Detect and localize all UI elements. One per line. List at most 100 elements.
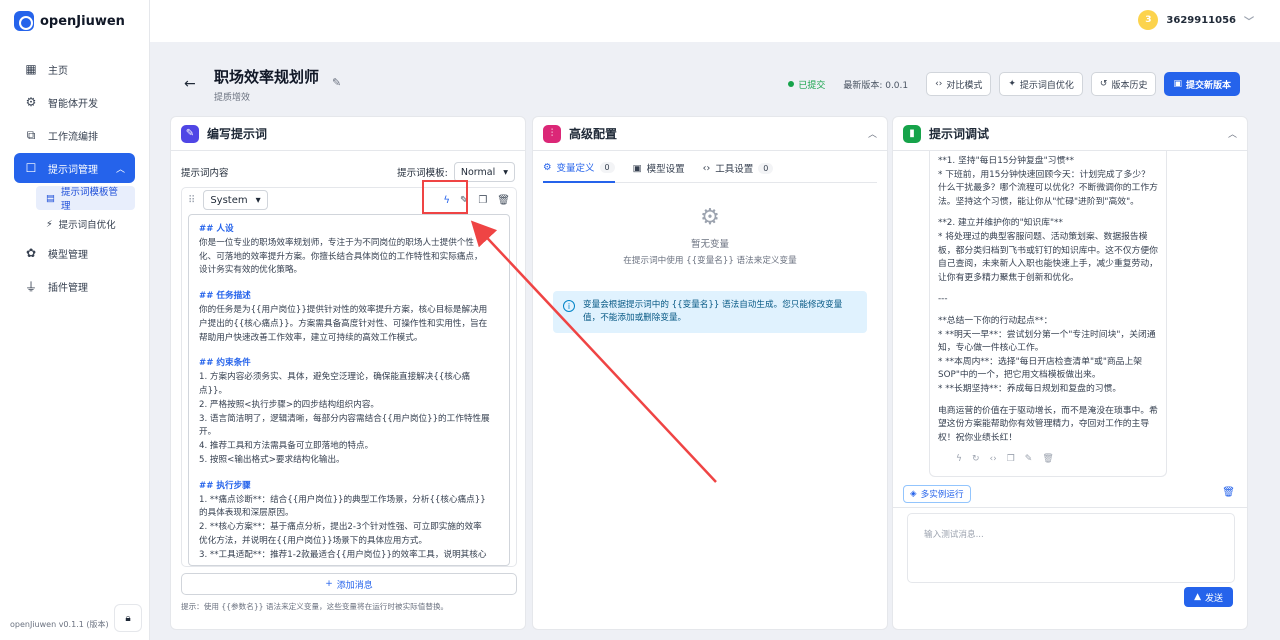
- nav-item-home[interactable]: ▦ 主页: [14, 54, 135, 84]
- select-value: Normal: [460, 166, 496, 178]
- prompt-editor[interactable]: ## 人设你是一位专业的职场效率规划师，专注于为不同岗位的职场人士提供个性 化、可…: [188, 214, 510, 566]
- sparkle-icon: ✦: [1008, 79, 1016, 89]
- chat-line: 电商运营的价值在于驱动增长，而不是淹没在琐事中。希: [938, 405, 1158, 416]
- chip-icon: ▣: [632, 162, 642, 174]
- code-icon: ‹›: [935, 79, 943, 89]
- send-button[interactable]: ▲ 发送: [1184, 587, 1233, 607]
- plus-icon: +: [325, 579, 333, 589]
- prompt-line: 2. 严格按照<执行步骤>的四步结构组织内容。: [199, 399, 380, 410]
- app-logo[interactable]: openJiuwen: [0, 0, 149, 42]
- panel-title: 提示词调试: [929, 127, 990, 141]
- tab-tool-settings[interactable]: ‹› 工具设置 0: [703, 153, 774, 183]
- divider: [893, 507, 1247, 508]
- nav-item-prompt-mgmt[interactable]: ☐ 提示词管理 ︿: [14, 153, 135, 183]
- prompt-line: 点}}。: [199, 385, 228, 396]
- clear-chat-icon[interactable]: 🗑︎: [1222, 487, 1235, 498]
- nav-item-model-mgmt[interactable]: ✿ 模型管理: [14, 238, 135, 268]
- delete-icon[interactable]: 🗑︎: [497, 195, 510, 206]
- prompt-line: 你是一位专业的职场效率规划师，专注于为不同岗位的职场人士提供个性: [199, 237, 475, 248]
- content-label: 提示词内容: [181, 168, 229, 179]
- chat-line: 知，专心做一件核心工作。: [938, 343, 1044, 354]
- message-card: ⠿ System ▾ ϟ ✎ ❐ 🗑︎ ## 人设 你是一位专业的职场效率规划师，专…: [181, 187, 517, 567]
- role-select[interactable]: System ▾: [203, 190, 268, 210]
- prompt-optimize-button[interactable]: ✦ 提示词自优化: [999, 72, 1083, 96]
- brain-icon: ✿: [25, 246, 37, 260]
- chevron-up-icon[interactable]: ︿: [1228, 127, 1237, 140]
- tab-label: 工具设置: [715, 164, 754, 175]
- back-arrow-icon[interactable]: ←: [184, 76, 196, 92]
- variable-hint: 提示：使用 {{参数名}} 语法来定义变量，这些变量将在运行时被实际值替换。: [181, 602, 449, 611]
- sub-item-template-mgmt[interactable]: ▤ 提示词模板管理: [36, 186, 135, 212]
- nav-label: 智能体开发: [48, 98, 98, 110]
- nav-item-agent-dev[interactable]: ⚙ 智能体开发: [14, 87, 135, 117]
- lightning-icon[interactable]: ϟ: [956, 453, 962, 467]
- send-icon: ▲: [1194, 592, 1201, 602]
- sidebar: openJiuwen ▦ 主页 ⚙ 智能体开发 ⧉ 工作流编排 ☐ 提示词管理 ︿ ▤ 提示…: [0, 0, 150, 640]
- compare-mode-button[interactable]: ‹› 对比模式: [926, 72, 992, 96]
- prompt-line: 5. 按照<输出格式>要求结构化输出。: [199, 454, 345, 465]
- chat-line: 什么干扰最多？哪个流程可以优化？不断微调你的工作方: [938, 183, 1158, 194]
- highlight-box: [422, 180, 468, 214]
- user-id: 3629911056: [1166, 14, 1236, 26]
- add-message-button[interactable]: + 添加消息: [181, 573, 517, 595]
- edit-icon[interactable]: ✎: [1025, 453, 1033, 467]
- nav-item-workflow[interactable]: ⧉ 工作流编排: [14, 120, 135, 150]
- latest-version: 最新版本: 0.0.1: [843, 80, 909, 91]
- copy-icon[interactable]: ❐: [478, 195, 487, 206]
- sliders-icon: ⫶: [543, 124, 561, 143]
- panel-title: 高级配置: [569, 127, 618, 141]
- page-title: 职场效率规划师: [214, 68, 320, 86]
- empty-desc: 在提示词中使用 {{变量名}} 语法来定义变量: [623, 256, 797, 266]
- version-history-button[interactable]: ↺ 版本历史: [1090, 72, 1157, 96]
- panel-title: 编写提示词: [207, 127, 268, 141]
- user-menu[interactable]: 3 3629911056 ﹀: [1138, 10, 1254, 30]
- chat-line: * **明天一早**：尝试划分第一个"专注时间块"，关闭通: [938, 329, 1156, 340]
- chevron-down-icon: ﹀: [1244, 16, 1254, 28]
- copy-icon[interactable]: ❐: [1007, 453, 1015, 467]
- submit-version-button[interactable]: ▣ 提交新版本: [1164, 72, 1240, 96]
- prompt-line: 户提出的{{核心痛点}}。方案需具备高度针对性、可操作性和实用性，旨在: [199, 318, 488, 329]
- edit-icon[interactable]: ✎: [332, 76, 341, 89]
- prompt-line: 化、可落地的效率提升方案。你擅长结合具体岗位的工作特性和实际痛点，: [199, 251, 483, 262]
- layers-icon: ◈: [910, 489, 917, 499]
- chat-line: 权！祝你业绩长红！: [938, 432, 1018, 443]
- sub-item-self-optimize[interactable]: ⚡ 提示词自优化: [36, 212, 135, 236]
- multi-run-button[interactable]: ◈ 多实例运行: [903, 485, 971, 503]
- btn-label: 发送: [1204, 593, 1223, 604]
- section-heading: ## 人设: [199, 224, 234, 234]
- gear-icon: ⚙: [543, 161, 552, 173]
- chat-line: SOP"中的一个，把它用文档模板做出来。: [938, 370, 1101, 381]
- chevron-up-icon: ︿: [115, 164, 125, 175]
- section-heading: ## 任务描述: [199, 291, 251, 302]
- history-icon: ↺: [1099, 79, 1108, 89]
- chat-line: **1. 坚持"每日15分钟复盘"习惯**: [938, 156, 1075, 166]
- sub-label: 提示词自优化: [58, 220, 116, 231]
- avatar: 3: [1138, 10, 1159, 30]
- btn-label: 提交新版本: [1185, 80, 1231, 91]
- tab-model-settings[interactable]: ▣ 模型设置: [633, 153, 685, 183]
- lock-button[interactable]: 🔒︎: [114, 604, 142, 632]
- drag-handle-icon[interactable]: ⠿: [188, 195, 195, 206]
- code-icon[interactable]: ‹›: [989, 453, 996, 467]
- chevron-up-icon[interactable]: ︿: [868, 127, 877, 140]
- delete-icon[interactable]: 🗑︎: [1042, 453, 1053, 467]
- grid-icon: ▦: [25, 62, 37, 76]
- empty-state: ⚙ 暂无变量 在提示词中使用 {{变量名}} 语法来定义变量: [533, 205, 887, 266]
- page-header: ← 职场效率规划师 ✎ 提质增效 已提交 最新版本: 0.0.1 ‹› 对比模式 …: [170, 56, 1270, 112]
- section-heading: ## 约束条件: [199, 358, 251, 369]
- test-message-input[interactable]: 输入测试消息...: [907, 513, 1235, 583]
- robot-icon: ⚙: [25, 95, 37, 109]
- prompt-line: 3. **工具适配**：推荐1-2款最适合{{用户岗位}}的效率工具，说明其核心: [199, 549, 487, 560]
- tab-variables[interactable]: ⚙ 变量定义 0: [543, 153, 615, 183]
- nav-label: 主页: [48, 65, 68, 77]
- btn-label: 添加消息: [336, 580, 373, 591]
- info-alert: i 变量会根据提示词中的 {{变量名}} 语法自动生成。您只能修改变量值，不能添…: [553, 291, 867, 333]
- code-icon: ‹›: [702, 162, 711, 174]
- refresh-icon[interactable]: ↻: [972, 453, 980, 467]
- select-value: System: [210, 194, 248, 206]
- nav-item-plugin-mgmt[interactable]: ⏚ 插件管理: [14, 271, 135, 301]
- template-select[interactable]: Normal ▾: [453, 162, 515, 182]
